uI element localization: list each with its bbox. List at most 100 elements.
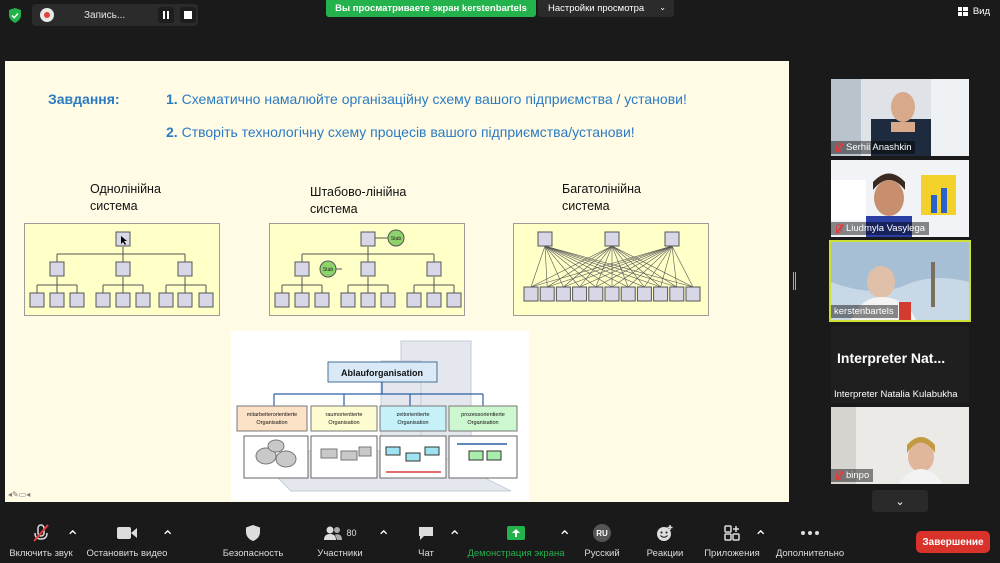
organisation-type-box <box>379 405 447 432</box>
organisation-type-box <box>236 405 308 432</box>
language-label: Русский <box>584 548 620 559</box>
view-options-label: Настройки просмотра <box>548 3 645 14</box>
diagram-title: Багатолінійна система <box>562 181 641 215</box>
participant-tile[interactable]: Interpreter Nat... Interpreter Natalia K… <box>831 326 969 403</box>
task-number: 1. <box>166 91 178 107</box>
org-box <box>653 286 669 302</box>
organisation-type-label: Organisation <box>467 420 498 426</box>
org-box <box>523 286 539 302</box>
participant-display-name: Interpreter Nat... <box>837 350 946 366</box>
share-screen-button[interactable]: Демонстрация экрана <box>466 515 566 563</box>
diagram-title-line: система <box>90 199 138 213</box>
pause-recording-button[interactable] <box>158 7 174 23</box>
meeting-top-bar: Запись... Вы просматриваете экран kerste… <box>0 0 1000 30</box>
reactions-label: Реакции <box>646 548 684 559</box>
share-options-caret[interactable]: ⌃ <box>558 527 571 547</box>
organisation-type-box <box>448 405 518 432</box>
participant-name-text: Serhii Anashkin <box>846 142 912 153</box>
video-options-caret[interactable]: ⌃ <box>161 527 174 547</box>
diagram-title-line: Однолінійна <box>90 182 161 196</box>
participant-name: Interpreter Natalia Kulabukha <box>831 388 962 401</box>
share-screen-icon <box>505 523 527 543</box>
language-badge: RU <box>593 524 611 542</box>
audio-options-caret[interactable]: ⌃ <box>66 527 79 547</box>
diagram-title-line: Штабово-лінійна <box>310 185 407 199</box>
org-box <box>604 231 620 247</box>
task-item: 2. Створіть технологічну схему процесів … <box>166 124 635 140</box>
panel-splitter-handle[interactable] <box>793 272 796 290</box>
participant-name: Serhii Anashkin <box>831 141 916 154</box>
stop-video-label: Остановить видео <box>86 548 168 559</box>
line-org-chart <box>24 223 220 316</box>
share-screen-label: Демонстрация экрана <box>467 548 565 559</box>
mic-muted-icon <box>834 470 843 481</box>
org-box <box>539 286 555 302</box>
org-box <box>669 286 685 302</box>
task-text: Схематично намалюйте організаційну схему… <box>181 91 687 107</box>
participants-options-caret[interactable]: ⌃ <box>377 527 390 547</box>
apps-label: Приложения <box>704 548 760 559</box>
end-meeting-button[interactable]: Завершение <box>916 531 990 553</box>
stab-label: Stab <box>391 236 402 242</box>
participants-icon: 80 <box>320 523 360 543</box>
participants-button[interactable]: 80 Участники <box>312 515 368 563</box>
view-button[interactable]: Вид <box>957 6 990 17</box>
diagram-title: Однолінійна система <box>90 181 161 215</box>
stop-video-button[interactable]: Остановить видео <box>84 515 170 563</box>
multi-line-org-chart-svg <box>523 231 701 302</box>
multi-line-org-chart <box>513 223 709 316</box>
security-button[interactable]: Безопасность <box>218 515 288 563</box>
organisation-type-label: Organisation <box>256 420 287 426</box>
participant-tile[interactable]: binpo <box>831 407 969 484</box>
process-organisation-svg: Ablauforganisation mitarbeiterorientiert… <box>236 340 518 492</box>
org-box <box>685 286 701 302</box>
org-box <box>588 286 604 302</box>
task-label: Завдання: <box>48 91 120 107</box>
participants-label: Участники <box>317 548 363 559</box>
language-icon: RU <box>591 523 613 543</box>
participant-tile-active-speaker[interactable]: kerstenbartels <box>829 240 971 322</box>
org-box <box>604 286 620 302</box>
shared-screen: Завдання: 1. Схематично намалюйте органі… <box>5 61 789 502</box>
scroll-participants-down-button[interactable]: ⌄ <box>872 490 928 512</box>
participant-tile[interactable]: Serhii Anashkin <box>831 79 969 156</box>
participants-count: 80 <box>346 528 357 538</box>
stop-recording-button[interactable] <box>180 7 196 23</box>
chevron-down-icon: ⌄ <box>659 3 666 12</box>
staff-line-org-chart-svg: Stab Stab <box>274 229 462 308</box>
shield-icon <box>242 523 264 543</box>
chat-options-caret[interactable]: ⌃ <box>448 527 461 547</box>
organisation-type-label: zeitorientierte <box>396 412 429 418</box>
process-title: Ablauforganisation <box>341 368 423 378</box>
security-label: Безопасность <box>222 548 284 559</box>
slide-navigation-tools[interactable]: ◂✎▭◂ <box>8 490 30 499</box>
security-shield-icon[interactable] <box>8 8 22 23</box>
organisation-type-box <box>310 405 378 432</box>
participant-tile[interactable]: Liudmyla Vasylega <box>831 160 969 237</box>
chat-button[interactable]: Чат <box>408 515 444 563</box>
meeting-toolbar: Включить звук ⌃ Остановить видео ⌃ Безоп… <box>0 515 1000 563</box>
participant-name-text: Liudmyla Vasylega <box>846 223 926 234</box>
chat-bubble-icon <box>415 523 437 543</box>
task-item: 1. Схематично намалюйте організаційну сх… <box>166 91 687 107</box>
organisation-type-label: Organisation <box>328 420 359 426</box>
org-box <box>572 286 588 302</box>
language-interpretation-button[interactable]: RU Русский <box>582 515 622 563</box>
staff-line-org-chart: Stab Stab <box>269 223 465 316</box>
chat-label: Чат <box>418 548 434 559</box>
more-button[interactable]: Дополнительно <box>770 515 850 563</box>
more-dots-icon <box>799 523 821 543</box>
unmute-label: Включить звук <box>9 548 73 559</box>
process-organisation-image: Ablauforganisation mitarbeiterorientiert… <box>231 331 529 501</box>
org-box <box>555 286 571 302</box>
org-box <box>636 286 652 302</box>
diagram-title-line: система <box>562 199 610 213</box>
reactions-button[interactable]: Реакции <box>644 515 686 563</box>
more-label: Дополнительно <box>775 548 845 559</box>
view-options-button[interactable]: Настройки просмотра ⌄ <box>538 0 674 17</box>
apps-options-caret[interactable]: ⌃ <box>754 527 767 547</box>
participant-name-text: Interpreter Natalia Kulabukha <box>834 389 958 400</box>
organisation-type-label: raumorientierte <box>326 412 363 418</box>
apps-icon <box>721 523 743 543</box>
chevron-down-icon: ⌄ <box>895 495 905 508</box>
